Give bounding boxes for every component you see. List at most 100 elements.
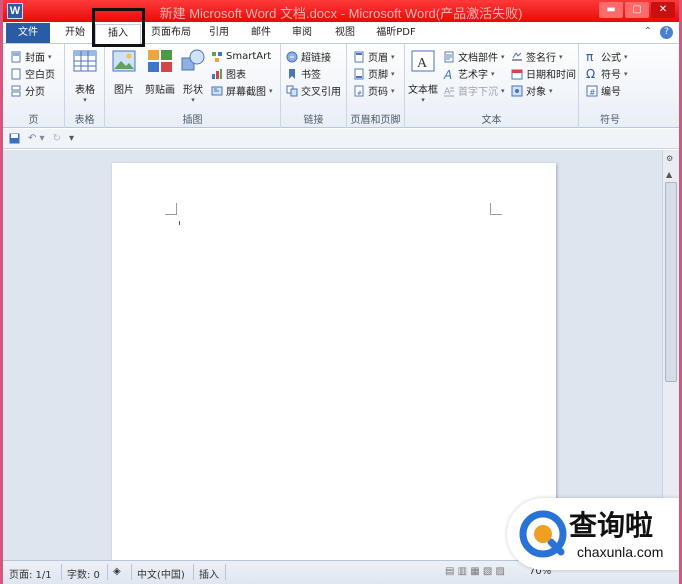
page-number-button[interactable]: # 页码 ▾ — [353, 82, 395, 99]
signature-line-icon — [512, 51, 522, 60]
number-button[interactable]: # 编号 — [586, 82, 621, 99]
group-pages: 封面 ▾ 空白页 分页 页 — [3, 44, 65, 128]
table-icon — [73, 50, 97, 72]
text-cursor — [179, 221, 180, 225]
ribbon-insert: 封面 ▾ 空白页 分页 页 表格 ▾ 表格 图片 剪贴画 形状 ▾ SmartA… — [3, 44, 679, 128]
cover-page-button[interactable]: 封面 ▾ — [10, 48, 52, 65]
smartart-button[interactable]: SmartArt — [211, 48, 271, 65]
chart-button[interactable]: 图表 — [211, 65, 246, 82]
close-button[interactable]: ✕ — [651, 2, 675, 18]
equation-button[interactable]: π 公式 ▾ — [586, 48, 628, 65]
status-divider — [107, 564, 108, 580]
group-label-tables: 表格 — [74, 115, 95, 126]
save-icon[interactable] — [9, 133, 20, 144]
omega-icon: Ω — [586, 66, 596, 81]
group-symbols: π 公式 ▾ Ω 符号 ▾ # 编号 符号 — [579, 44, 641, 128]
tab-file[interactable]: 文件 — [6, 23, 50, 43]
view-buttons-icon[interactable]: ▤ ▥ ▦ ▧ ▨ — [445, 566, 505, 577]
date-time-button[interactable]: 日期和时间 — [511, 65, 576, 82]
hyperlink-icon — [286, 51, 298, 62]
quick-parts-icon — [444, 51, 454, 62]
status-divider — [193, 564, 194, 580]
redo-icon[interactable]: ↻ — [53, 133, 61, 144]
word-count[interactable]: 字数: 0 — [67, 566, 100, 581]
svg-text:#: # — [357, 90, 362, 97]
shapes-button[interactable]: 形状 ▾ — [179, 48, 207, 104]
chaxunla-logo-icon — [519, 510, 567, 558]
tab-review[interactable]: 审阅 — [286, 24, 318, 44]
wordart-button[interactable]: A 艺术字 ▾ — [443, 65, 495, 82]
group-tables: 表格 ▾ 表格 — [65, 44, 105, 128]
cover-page-icon — [11, 51, 21, 62]
tab-references[interactable]: 引用 — [203, 24, 235, 44]
calendar-icon — [511, 69, 523, 79]
object-icon — [511, 85, 523, 96]
svg-text:A: A — [443, 68, 452, 80]
status-divider — [225, 564, 226, 580]
screenshot-button[interactable]: 屏幕截图 ▾ — [211, 82, 273, 99]
header-button[interactable]: 页眉 ▾ — [353, 48, 395, 65]
customize-toolbar-icon[interactable]: ▾ — [69, 133, 74, 144]
minimize-button[interactable]: ▬ — [599, 2, 623, 18]
smartart-icon — [212, 51, 222, 62]
group-label-pages: 页 — [28, 115, 39, 126]
drop-cap-icon: A — [444, 87, 454, 97]
word-window: W 新建 Microsoft Word 文档.docx - Microsoft … — [3, 0, 679, 584]
status-divider — [131, 564, 132, 580]
scroll-up-icon[interactable]: ▲ — [666, 170, 672, 179]
page-break-button[interactable]: 分页 — [10, 82, 45, 99]
blank-page-button[interactable]: 空白页 — [10, 65, 55, 82]
tab-home[interactable]: 开始 — [57, 24, 93, 44]
group-label-symbols: 符号 — [600, 115, 620, 126]
svg-text:A: A — [417, 56, 428, 71]
group-label-illustrations: 插图 — [182, 115, 203, 126]
bookmark-icon — [289, 68, 295, 79]
group-label-header-footer: 页眉和页脚 — [350, 115, 401, 126]
cross-reference-button[interactable]: 交叉引用 — [286, 82, 341, 99]
ruler-toggle-icon[interactable]: ⚙ — [666, 154, 673, 163]
footer-button[interactable]: 页脚 ▾ — [353, 65, 395, 82]
insert-mode-indicator[interactable]: 插入 — [199, 566, 219, 581]
help-icon[interactable]: ? — [660, 26, 673, 39]
group-links: 超链接 书签 交叉引用 链接 — [281, 44, 347, 128]
bookmark-button[interactable]: 书签 — [286, 65, 321, 82]
scroll-thumb[interactable] — [665, 182, 677, 382]
symbol-button[interactable]: Ω 符号 ▾ — [586, 65, 628, 82]
maximize-button[interactable]: ▢ — [625, 2, 649, 18]
screenshot-icon — [211, 86, 223, 95]
page-count[interactable]: 页面: 1/1 — [9, 566, 52, 581]
svg-text:#: # — [589, 88, 596, 97]
table-button[interactable]: 表格 ▾ — [70, 48, 100, 104]
margin-mark-top-left — [165, 203, 177, 215]
footer-icon — [354, 68, 364, 79]
watermark-title: 查询啦 — [569, 509, 654, 542]
hyperlink-button[interactable]: 超链接 — [286, 48, 331, 65]
clipart-button[interactable]: 剪贴画 — [143, 48, 177, 96]
proofing-icon[interactable]: ◈ — [113, 566, 121, 577]
chart-icon — [212, 68, 222, 79]
group-illustrations: 图片 剪贴画 形状 ▾ SmartArt 图表 屏幕截图 ▾ 插图 — [105, 44, 281, 128]
minimize-ribbon-icon[interactable]: ⌃ — [644, 26, 652, 39]
document-page[interactable] — [112, 163, 556, 563]
quick-access-toolbar: ↶ ▾ ↻ ▾ — [3, 129, 679, 149]
object-button[interactable]: 对象 ▾ — [511, 82, 553, 99]
textbox-button[interactable]: A 文本框 ▾ — [407, 48, 439, 104]
textbox-icon: A — [411, 50, 435, 72]
drop-cap-button[interactable]: A 首字下沉 ▾ — [443, 82, 505, 99]
wordart-icon: A — [443, 68, 452, 80]
picture-button[interactable]: 图片 — [109, 48, 139, 96]
picture-icon — [112, 50, 136, 72]
tab-mailings[interactable]: 邮件 — [245, 24, 277, 44]
tab-page-layout[interactable]: 页面布局 — [145, 24, 197, 44]
pi-icon: π — [586, 49, 594, 64]
shapes-icon — [181, 49, 205, 71]
signature-line-button[interactable]: 签名行 ▾ — [511, 48, 563, 65]
blank-page-icon — [11, 68, 21, 79]
tab-foxit-pdf[interactable]: 福昕PDF — [369, 24, 423, 44]
undo-icon[interactable]: ↶ ▾ — [28, 133, 45, 144]
language-indicator[interactable]: 中文(中国) — [137, 566, 185, 581]
tab-view[interactable]: 视图 — [329, 24, 361, 44]
quick-parts-button[interactable]: 文档部件 ▾ — [443, 48, 505, 65]
page-number-icon: # — [354, 85, 364, 97]
margin-mark-top-right — [490, 203, 502, 215]
